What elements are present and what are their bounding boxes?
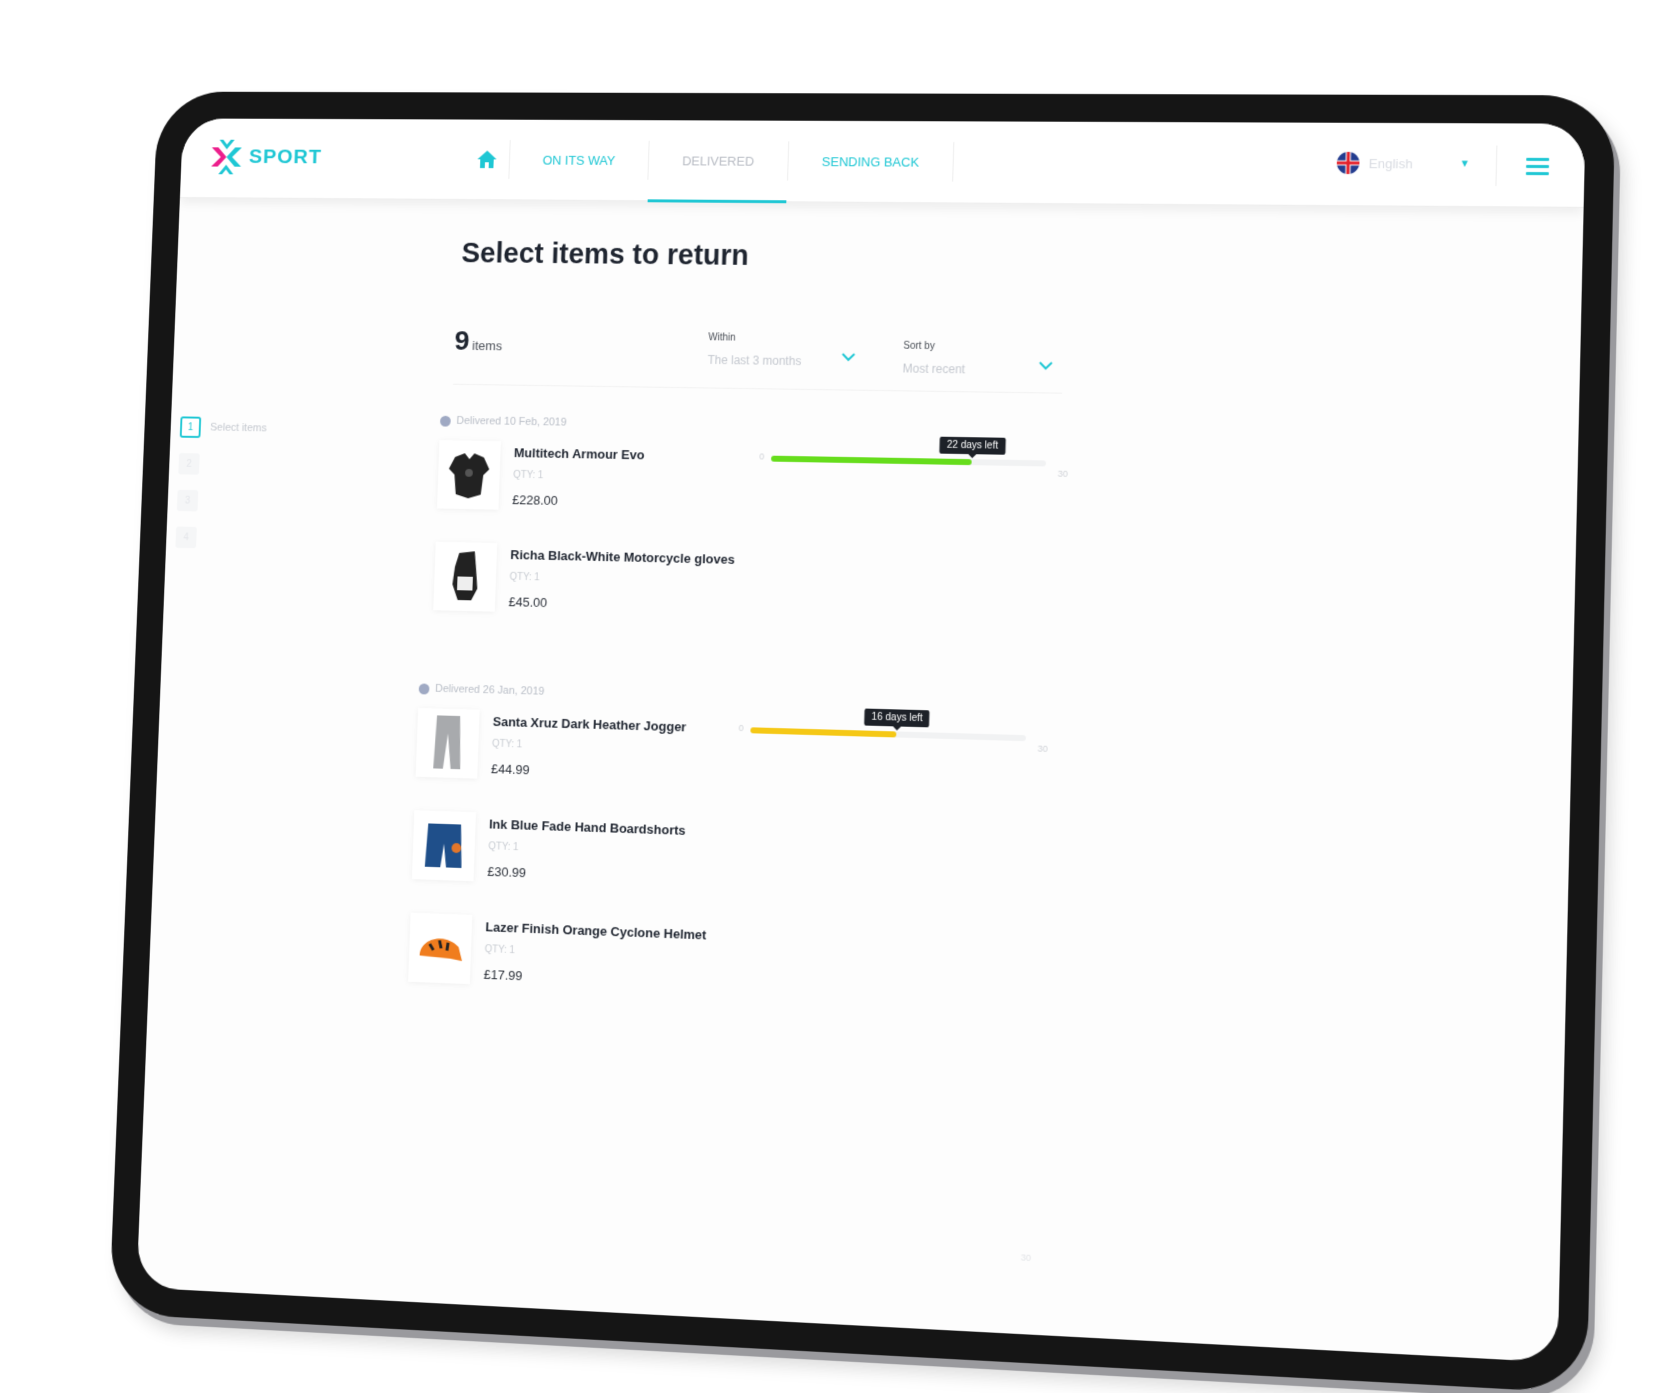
- days-left-tooltip: 22 days left: [939, 436, 1006, 455]
- product-image-boardshorts: [411, 810, 477, 882]
- product-qty: QTY: 1: [512, 469, 544, 482]
- product-name: Multitech Armour Evo: [513, 445, 645, 463]
- chevron-down-icon: [1039, 360, 1053, 370]
- main-nav: ON ITS WAY DELIVERED SENDING BACK: [464, 120, 955, 203]
- step-2: 2: [178, 453, 265, 476]
- within-value: The last 3 months: [707, 353, 802, 369]
- product-image-body-armour: [436, 440, 501, 510]
- hamburger-icon-line: [1526, 164, 1550, 169]
- clock-icon: [439, 415, 451, 427]
- product-image-helmet: [408, 912, 473, 985]
- delivered-date-text: Delivered 10 Feb, 2019: [456, 415, 567, 429]
- tab-sending-back[interactable]: SENDING BACK: [787, 121, 954, 203]
- hamburger-icon-line: [1525, 172, 1549, 176]
- chevron-down-icon: [841, 352, 855, 362]
- delivered-date: Delivered 26 Jan, 2019: [418, 682, 1070, 712]
- progress-min-label: 0: [738, 722, 744, 734]
- step-number: 2: [178, 453, 200, 475]
- step-number: 4: [175, 526, 197, 549]
- progress-track: 22 days left: [771, 436, 1047, 467]
- product-name: Richa Black-White Motorcycle gloves: [510, 547, 736, 567]
- product-price: £228.00: [512, 492, 558, 508]
- sort-by-dropdown[interactable]: Sort by Most recent: [902, 341, 1053, 378]
- within-label: Within: [708, 332, 736, 344]
- step-3: 3: [176, 489, 264, 513]
- delivered-date-text: Delivered 26 Jan, 2019: [434, 682, 545, 698]
- days-left-tooltip: 16 days left: [864, 708, 930, 728]
- item-count: 9: [454, 325, 471, 356]
- progress-track: 16 days left: [750, 708, 1026, 742]
- product-name: Ink Blue Fade Hand Boardshorts: [488, 816, 686, 838]
- product-image-gloves: [433, 541, 498, 612]
- return-window-progress: 0 22 days left 30: [759, 436, 1069, 479]
- ghost-progress-label: 30: [1020, 1252, 1032, 1264]
- product-name: Lazer Finish Orange Cyclone Helmet: [485, 919, 707, 943]
- product-qty: QTY: 1: [509, 571, 540, 584]
- body-armour-icon: [447, 452, 490, 499]
- return-item[interactable]: Lazer Finish Orange Cyclone Helmet QTY: …: [407, 912, 1062, 1028]
- hamburger-icon: [1526, 157, 1550, 161]
- x-logo-icon: [211, 139, 242, 175]
- progress-min-label: 0: [759, 451, 765, 462]
- step-4: 4: [175, 526, 262, 550]
- product-qty: QTY: 1: [488, 841, 519, 854]
- return-item[interactable]: Ink Blue Fade Hand Boardshorts QTY: 1 £3…: [411, 810, 1065, 922]
- nav-divider: [1495, 145, 1498, 187]
- product-qty: QTY: 1: [491, 738, 523, 751]
- tab-on-its-way[interactable]: ON ITS WAY: [509, 120, 650, 201]
- gloves-icon: [451, 550, 479, 601]
- within-filter-dropdown[interactable]: Within The last 3 months: [707, 332, 856, 368]
- clock-icon: [418, 682, 430, 695]
- sort-value: Most recent: [902, 361, 966, 377]
- step-1[interactable]: 1 Select items: [179, 416, 267, 439]
- step-number: 3: [176, 489, 199, 512]
- product-price: £45.00: [508, 594, 548, 610]
- progress-max-label: 30: [1057, 468, 1068, 479]
- delivery-group: Delivered 10 Feb, 2019 0 22 days left 30…: [433, 415, 1090, 646]
- page-title: Select items to return: [461, 237, 750, 272]
- tablet-device: SPORT ON ITS WAY DELIVERED SENDING BACK: [108, 91, 1616, 1393]
- return-steps: 1 Select items 2 3 4: [175, 416, 267, 565]
- product-qty: QTY: 1: [484, 944, 516, 957]
- uk-flag-icon: [1336, 151, 1360, 175]
- helmet-icon: [419, 930, 463, 962]
- step-label: Select items: [209, 421, 267, 435]
- progress-fill: [750, 727, 897, 738]
- brand-name: SPORT: [248, 145, 323, 169]
- app-screen: SPORT ON ITS WAY DELIVERED SENDING BACK: [136, 118, 1586, 1363]
- product-name: Santa Xruz Dark Heather Jogger: [492, 714, 687, 735]
- delivered-date: Delivered 10 Feb, 2019: [439, 415, 1089, 437]
- item-count-label: items: [471, 338, 503, 354]
- boardshorts-icon: [424, 823, 464, 868]
- progress-max-label: 30: [1037, 743, 1048, 754]
- product-image-jogger: [415, 707, 480, 779]
- product-price: £17.99: [483, 966, 523, 984]
- delivery-group: Delivered 26 Jan, 2019 0 16 days left 30…: [407, 682, 1069, 1027]
- nav-home[interactable]: [465, 149, 510, 171]
- caret-down-icon: ▼: [1459, 158, 1471, 170]
- return-item[interactable]: Richa Black-White Motorcycle gloves QTY:…: [433, 541, 1086, 646]
- brand-logo[interactable]: SPORT: [209, 138, 323, 177]
- sort-label: Sort by: [903, 340, 936, 353]
- language-label: English: [1368, 155, 1413, 171]
- product-price: £30.99: [487, 863, 527, 881]
- progress-fill: [771, 455, 973, 466]
- items-summary-bar: 9 items Within The last 3 months Sort by …: [452, 325, 1064, 394]
- hamburger-menu-button[interactable]: [1525, 157, 1550, 176]
- home-icon: [477, 150, 497, 169]
- tab-delivered[interactable]: DELIVERED: [648, 120, 789, 201]
- top-navigation-bar: SPORT ON ITS WAY DELIVERED SENDING BACK: [179, 118, 1586, 208]
- product-price: £44.99: [490, 761, 530, 778]
- step-number: 1: [179, 416, 202, 438]
- jogger-icon: [433, 715, 463, 770]
- language-selector[interactable]: English ▼: [1336, 151, 1471, 176]
